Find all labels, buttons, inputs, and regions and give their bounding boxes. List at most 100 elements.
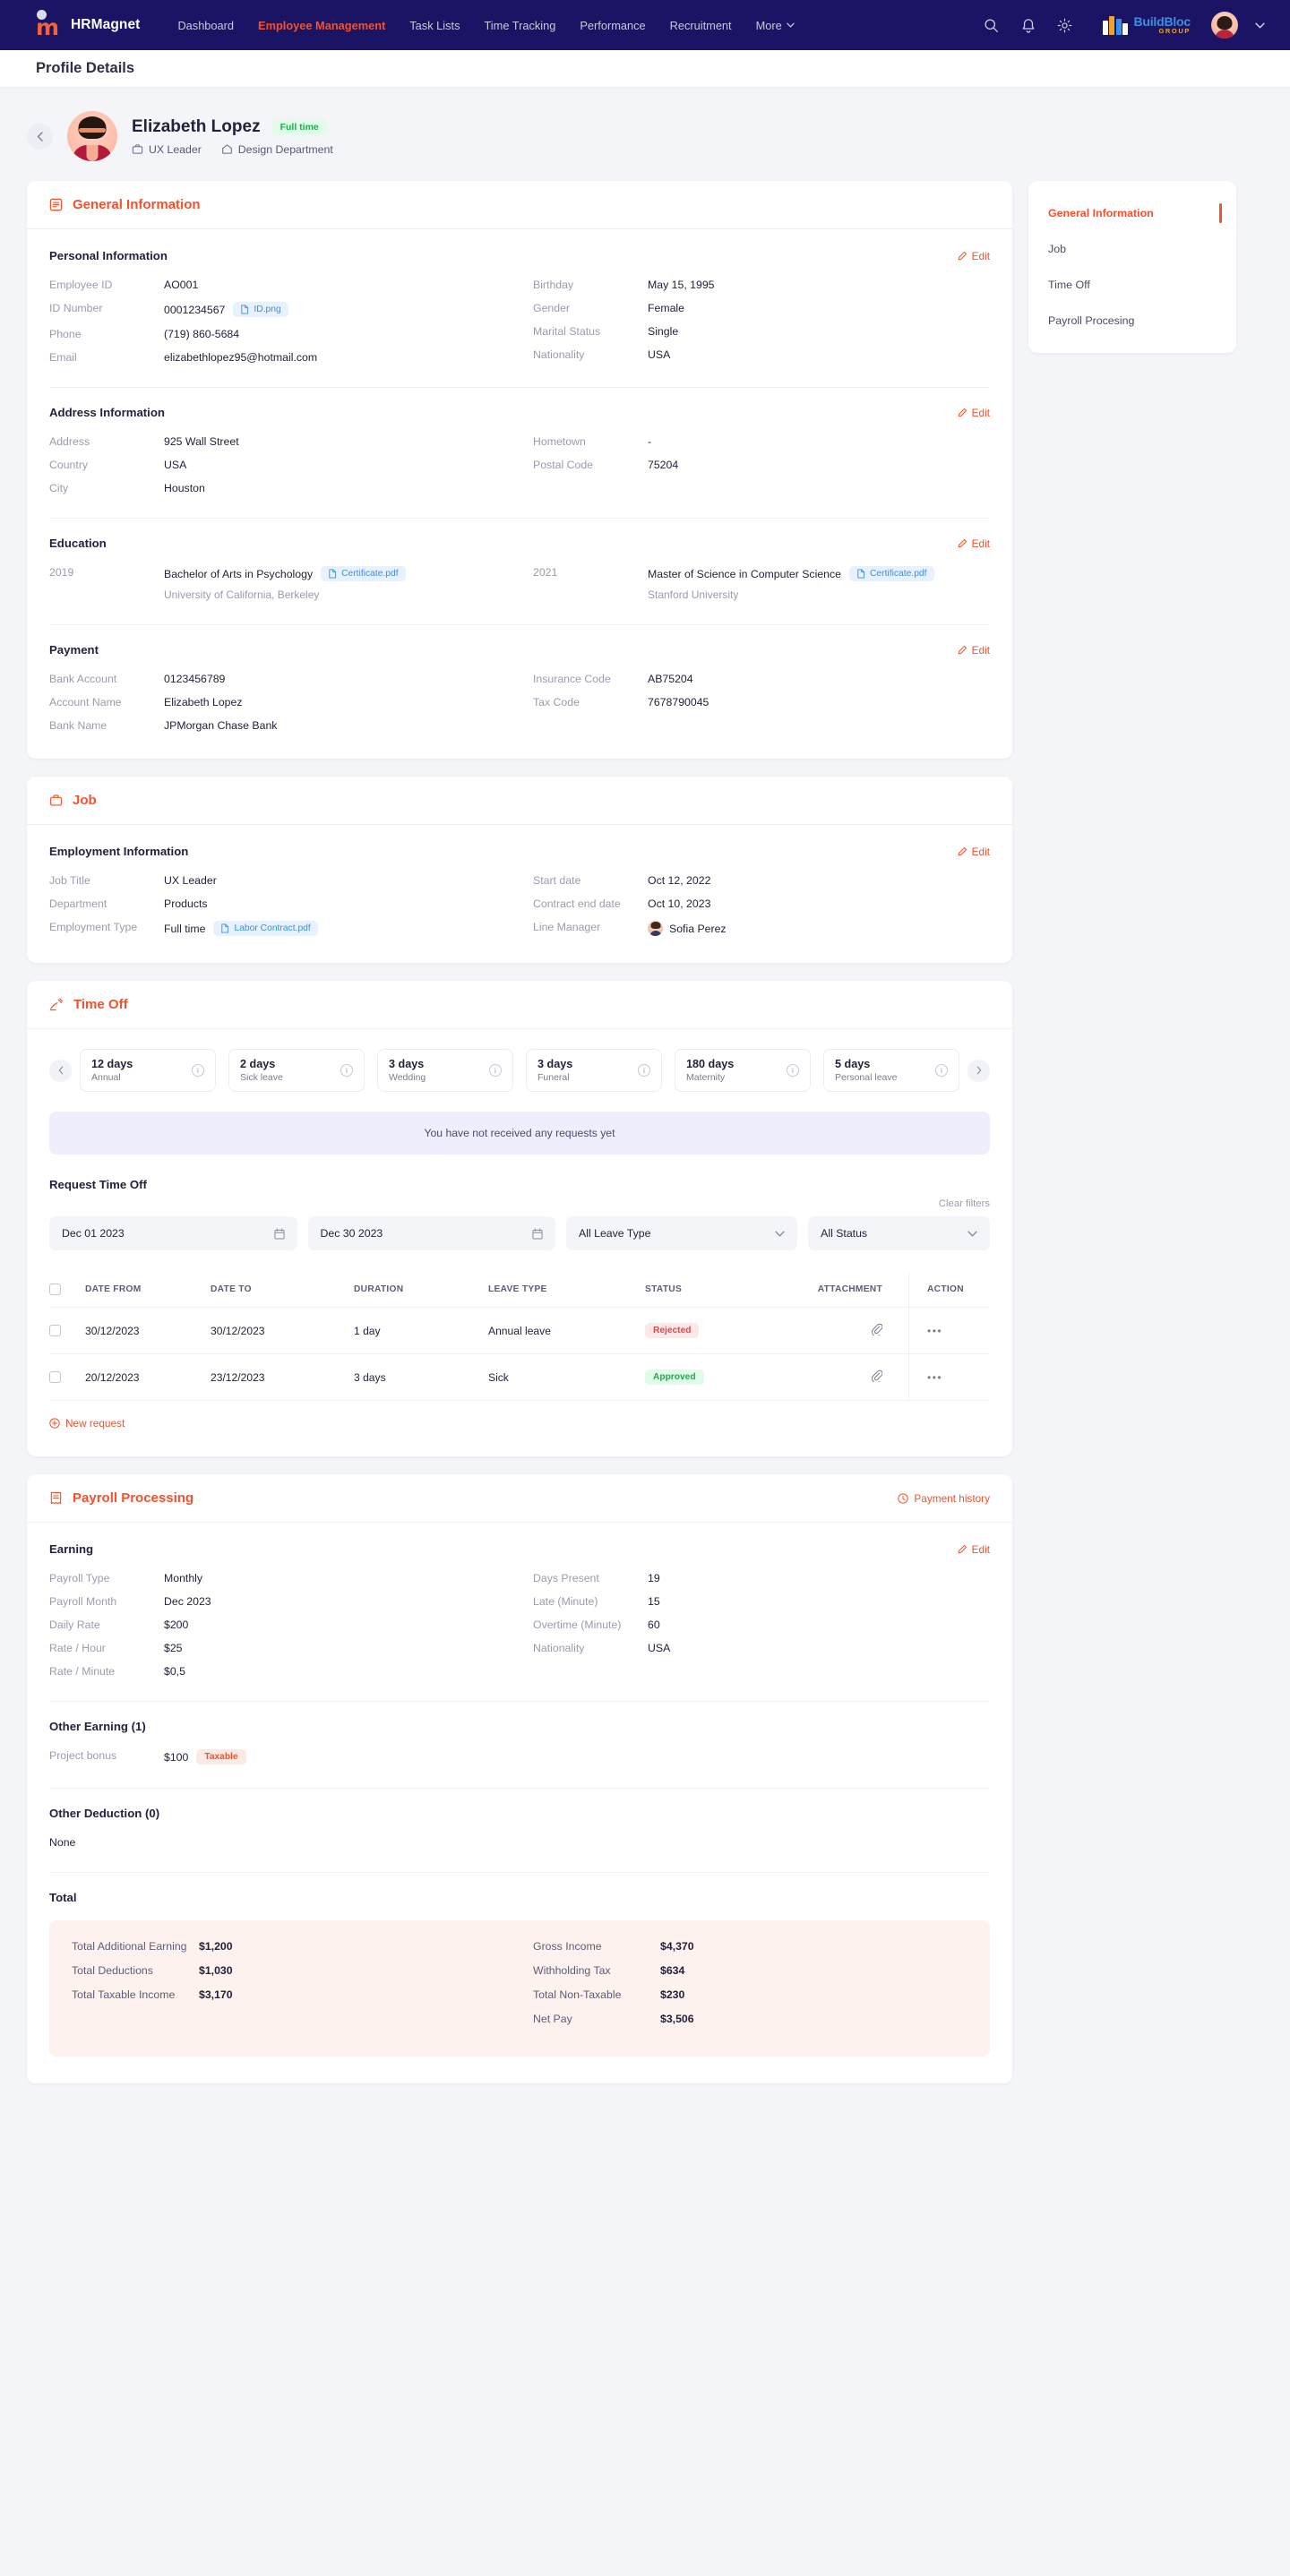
- col-date-to: DATE TO: [211, 1272, 354, 1308]
- info-icon[interactable]: i: [935, 1064, 948, 1077]
- field-value: UX Leader: [164, 874, 217, 887]
- field-gross-income: Gross Income $4,370: [533, 1940, 968, 1953]
- edit-personal-information-button[interactable]: Edit: [958, 250, 990, 262]
- field-label: Late (Minute): [533, 1595, 598, 1608]
- field-value: -: [648, 435, 652, 448]
- user-menu-chevron-down-icon[interactable]: [1255, 22, 1265, 29]
- status-filter[interactable]: All Status: [808, 1216, 991, 1250]
- paperclip-icon[interactable]: [872, 1370, 883, 1385]
- leave-type-filter[interactable]: All Leave Type: [566, 1216, 798, 1250]
- field-daily-rate: Daily Rate $200: [49, 1619, 506, 1631]
- education-title: Education: [49, 537, 107, 550]
- date-from-filter[interactable]: Dec 01 2023: [49, 1216, 297, 1250]
- field-value: Female: [648, 302, 685, 314]
- sidebar-item-time-off[interactable]: Time Off: [1028, 267, 1236, 303]
- nav-link-recruitment[interactable]: Recruitment: [670, 19, 732, 32]
- field-label: Payroll Type: [49, 1572, 110, 1584]
- leave-type: Maternity: [686, 1072, 726, 1083]
- total-left-column: Total Additional Earning $1,200 Total De…: [72, 1940, 506, 2037]
- edit-label: Edit: [971, 406, 990, 419]
- search-icon[interactable]: [982, 15, 1002, 35]
- education-entry: 2019 Bachelor of Arts in Psychology Cert…: [49, 566, 506, 601]
- row-actions-button[interactable]: •••: [927, 1325, 942, 1337]
- nav-link-performance[interactable]: Performance: [580, 19, 645, 32]
- select-all-checkbox[interactable]: [49, 1284, 61, 1295]
- line-manager-chip[interactable]: Sofia Perez: [648, 921, 727, 936]
- field-value: JPMorgan Chase Bank: [164, 719, 278, 732]
- nav-link-task-lists[interactable]: Task Lists: [409, 19, 460, 32]
- table-row[interactable]: 30/12/2023 30/12/2023 1 day Annual leave…: [49, 1307, 990, 1354]
- nav-more-menu[interactable]: More: [756, 19, 795, 32]
- edit-label: Edit: [971, 537, 990, 550]
- gear-icon[interactable]: [1055, 15, 1075, 35]
- leave-balance-card[interactable]: 3 days Wedding i: [377, 1049, 513, 1092]
- buildbloc-subtitle: GROUP: [1158, 27, 1191, 36]
- info-icon[interactable]: i: [489, 1064, 502, 1077]
- info-icon[interactable]: i: [787, 1064, 799, 1077]
- info-icon[interactable]: i: [340, 1064, 353, 1077]
- file-chip-certificate[interactable]: Certificate.pdf: [321, 566, 406, 581]
- field-bank-name: Bank Name JPMorgan Chase Bank: [49, 719, 506, 732]
- leave-balance-card[interactable]: 180 days Maternity i: [675, 1049, 811, 1092]
- sidebar-item-general-information[interactable]: General Information: [1028, 195, 1236, 231]
- job-card: Job Employment Information Edit Job Titl…: [27, 777, 1012, 963]
- payroll-header: Payroll Processing Payment history: [27, 1474, 1012, 1523]
- address-right-column: Hometown - Postal Code 75204: [533, 435, 990, 494]
- cell-date-to: 23/12/2023: [211, 1353, 354, 1401]
- info-icon[interactable]: i: [192, 1064, 204, 1077]
- field-country: Country USA: [49, 459, 506, 471]
- row-checkbox[interactable]: [49, 1371, 61, 1383]
- date-to-filter[interactable]: Dec 30 2023: [307, 1216, 556, 1250]
- chevron-down-icon: [775, 1231, 785, 1237]
- other-earning-section: Other Earning (1) Project bonus $100 Tax…: [49, 1720, 990, 1768]
- profile-job-title: UX Leader: [132, 143, 202, 156]
- sidebar-item-job[interactable]: Job: [1028, 231, 1236, 267]
- edit-payment-button[interactable]: Edit: [958, 644, 990, 657]
- back-button[interactable]: [27, 123, 53, 150]
- carousel-prev-button[interactable]: [49, 1059, 72, 1082]
- nav-link-dashboard[interactable]: Dashboard: [177, 19, 234, 32]
- clear-filters-button[interactable]: Clear filters: [49, 1198, 990, 1209]
- personal-info-left-column: Employee ID AO001 ID Number 0001234567 I…: [49, 279, 506, 364]
- edit-employment-information-button[interactable]: Edit: [958, 846, 990, 858]
- field-value: $634: [660, 1964, 685, 1977]
- table-row[interactable]: 20/12/2023 23/12/2023 3 days Sick Approv…: [49, 1353, 990, 1401]
- sidebar-item-payroll-processing[interactable]: Payroll Procesing: [1028, 303, 1236, 339]
- field-value: 60: [648, 1619, 660, 1631]
- buildbloc-logo: BuildBloc GROUP: [1102, 15, 1191, 36]
- hrmagnet-logo-icon: m: [36, 10, 63, 39]
- bell-icon[interactable]: [1019, 15, 1038, 35]
- file-chip-labor-contract[interactable]: Labor Contract.pdf: [213, 921, 318, 936]
- date-from-value: Dec 01 2023: [62, 1227, 125, 1240]
- leave-type: Wedding: [389, 1072, 426, 1083]
- field-label: Phone: [49, 328, 82, 340]
- nav-link-employee-management[interactable]: Employee Management: [258, 19, 385, 32]
- leave-balance-card[interactable]: 3 days Funeral i: [526, 1049, 662, 1092]
- leave-balance-card[interactable]: 12 days Annual i: [80, 1049, 216, 1092]
- row-actions-button[interactable]: •••: [927, 1371, 942, 1384]
- nav-link-time-tracking[interactable]: Time Tracking: [484, 19, 555, 32]
- edit-education-button[interactable]: Edit: [958, 537, 990, 550]
- leave-balance-card[interactable]: 2 days Sick leave i: [228, 1049, 365, 1092]
- paperclip-icon[interactable]: [872, 1323, 883, 1338]
- field-label: Payroll Month: [49, 1595, 117, 1608]
- field-value: AB75204: [648, 673, 693, 685]
- row-checkbox[interactable]: [49, 1325, 61, 1336]
- cell-duration: 3 days: [354, 1353, 488, 1401]
- info-icon[interactable]: i: [638, 1064, 650, 1077]
- field-value: 75204: [648, 459, 679, 471]
- file-chip-certificate[interactable]: Certificate.pdf: [848, 566, 934, 581]
- user-avatar[interactable]: [1211, 12, 1238, 39]
- leave-balance-card[interactable]: 5 days Personal leave i: [823, 1049, 959, 1092]
- edit-address-information-button[interactable]: Edit: [958, 407, 990, 419]
- brand-logo[interactable]: m HRMagnet: [36, 10, 140, 39]
- file-chip-id-png[interactable]: ID.png: [233, 302, 288, 317]
- new-request-button[interactable]: New request: [49, 1417, 125, 1430]
- field-value: $3,170: [199, 1988, 233, 2001]
- payment-history-button[interactable]: Payment history: [898, 1492, 990, 1505]
- time-off-requests-table: DATE FROM DATE TO DURATION LEAVE TYPE ST…: [49, 1272, 990, 1401]
- field-label: City: [49, 482, 69, 494]
- edit-earning-button[interactable]: Edit: [958, 1543, 990, 1556]
- receipt-icon: [50, 1491, 62, 1505]
- carousel-next-button[interactable]: [968, 1059, 990, 1082]
